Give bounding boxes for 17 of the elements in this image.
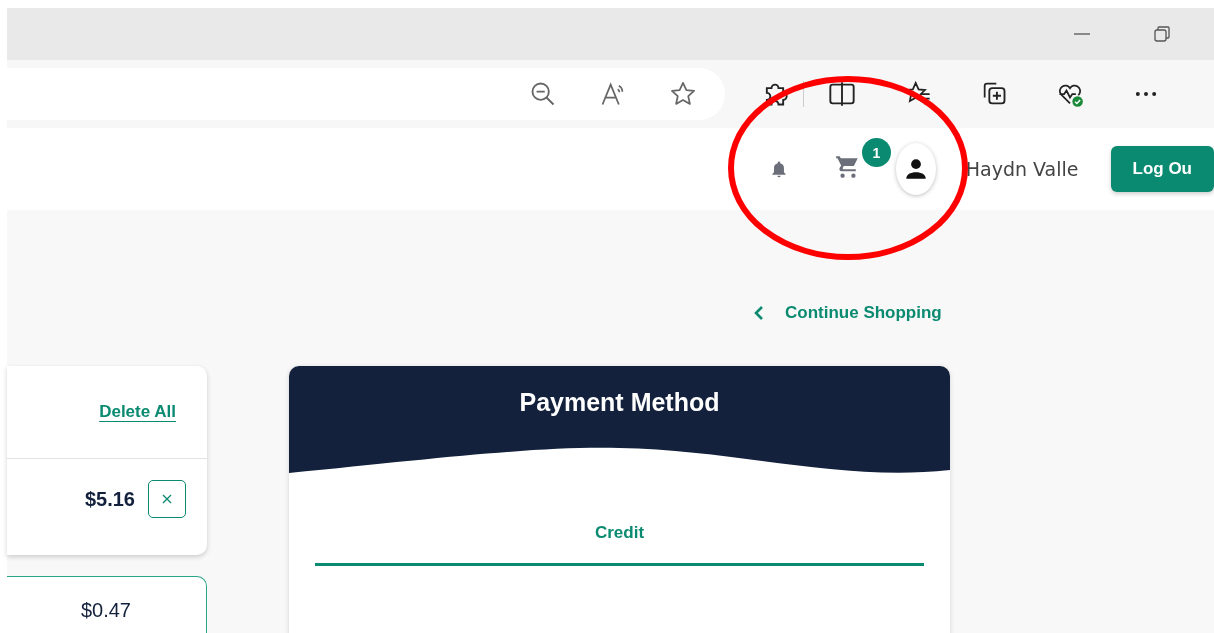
payment-title: Payment Method [519, 388, 720, 418]
continue-shopping-link[interactable]: Continue Shopping [753, 303, 942, 323]
restore-icon[interactable] [1152, 24, 1172, 44]
summary-value: $0.47 [80, 599, 131, 623]
cart-icon[interactable] [834, 154, 861, 180]
remove-item-button[interactable] [148, 480, 186, 518]
cart-count-badge: 1 [861, 138, 891, 167]
item-price: $5.16 [84, 487, 135, 511]
delete-all-link[interactable]: Delete All [99, 402, 176, 422]
account-avatar[interactable] [895, 143, 936, 195]
credit-tab[interactable]: Credit [315, 523, 924, 566]
star-icon[interactable] [669, 80, 697, 108]
close-icon [161, 493, 173, 505]
chevron-left-icon [753, 305, 765, 321]
split-screen-icon[interactable] [828, 80, 856, 108]
zoom-out-icon[interactable] [529, 80, 557, 108]
logout-button[interactable]: Log Ou [1110, 146, 1214, 192]
